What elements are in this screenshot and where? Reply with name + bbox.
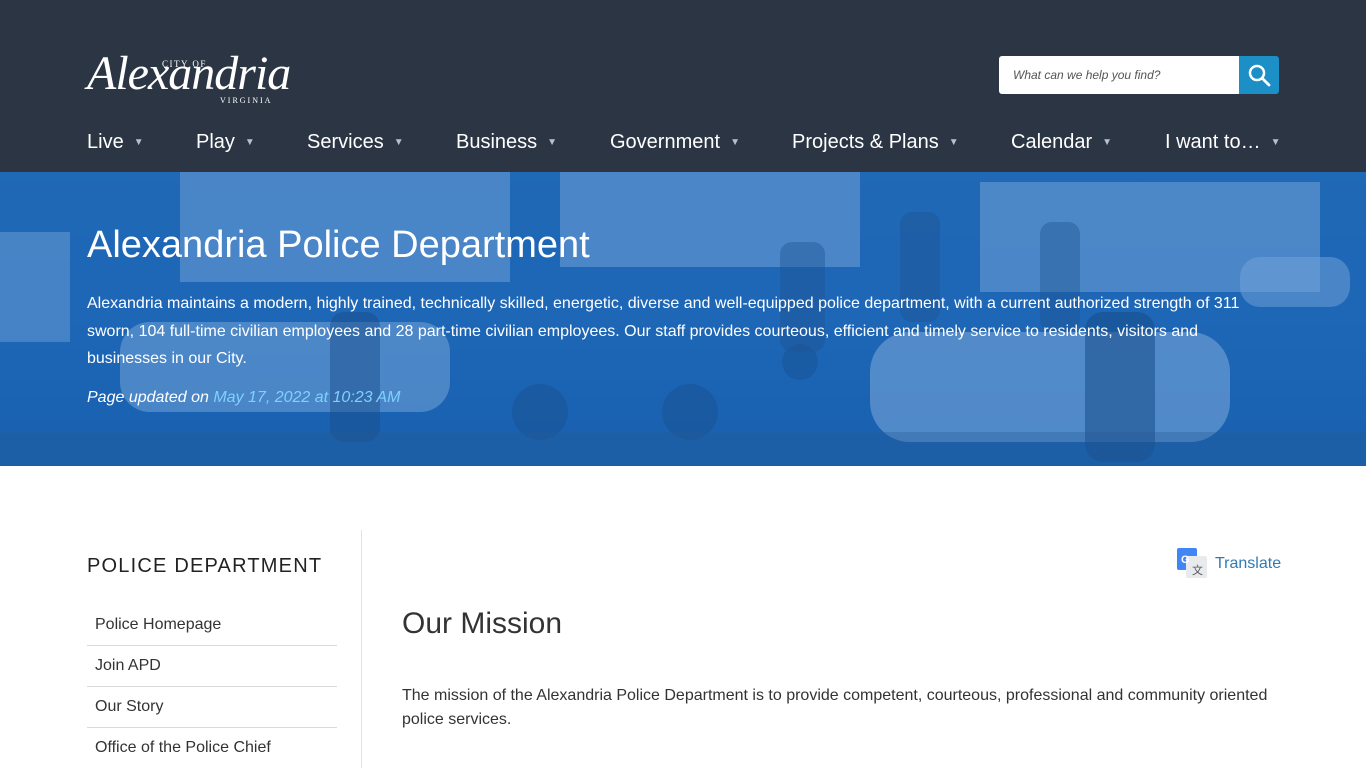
nav-item-projects-plans[interactable]: Projects & Plans ▼ <box>792 124 959 160</box>
page-title: Alexandria Police Department <box>87 224 590 266</box>
sidebar: POLICE DEPARTMENT Police Homepage Join A… <box>87 530 337 768</box>
hero-banner: Alexandria Police Department Alexandria … <box>0 172 1366 466</box>
sidebar-item-label: Join APD <box>95 657 161 674</box>
nav-item-business[interactable]: Business ▼ <box>456 124 557 160</box>
nav-item-services[interactable]: Services ▼ <box>307 124 404 160</box>
translate-button[interactable]: G 文 Translate <box>1177 548 1281 580</box>
caret-down-icon: ▼ <box>1102 136 1113 148</box>
sidebar-item-office-of-police-chief[interactable]: Office of the Police Chief <box>87 728 337 768</box>
nav-item-calendar[interactable]: Calendar ▼ <box>1011 124 1112 160</box>
caret-down-icon: ▼ <box>393 136 404 148</box>
sidebar-list: Police Homepage Join APD Our Story Offic… <box>87 605 337 768</box>
sidebar-title: POLICE DEPARTMENT <box>87 555 323 577</box>
nav-label: Government <box>610 130 721 153</box>
sidebar-item-label: Police Homepage <box>95 616 222 633</box>
updated-date-link[interactable]: May 17, 2022 at 10:23 AM <box>213 389 400 406</box>
nav-label: Calendar <box>1011 130 1093 153</box>
nav-item-i-want-to[interactable]: I want to… ▼ <box>1165 124 1281 160</box>
logo-state: VIRGINIA <box>220 96 273 105</box>
hero-description: Alexandria maintains a modern, highly tr… <box>87 295 1240 367</box>
caret-down-icon: ▼ <box>547 136 558 148</box>
nav-label: I want to… <box>1165 130 1261 153</box>
sidebar-item-join-apd[interactable]: Join APD <box>87 646 337 687</box>
sidebar-item-our-story[interactable]: Our Story <box>87 687 337 728</box>
main-nav: Live ▼ Play ▼ Services ▼ Business ▼ Gove… <box>87 124 1281 160</box>
caret-down-icon: ▼ <box>1270 136 1281 148</box>
sidebar-item-police-homepage[interactable]: Police Homepage <box>87 605 337 646</box>
sidebar-item-label: Our Story <box>95 698 164 715</box>
nav-label: Live <box>87 130 124 153</box>
search-input[interactable] <box>999 56 1239 94</box>
city-logo[interactable]: CITY OF Alexandria VIRGINIA <box>87 38 291 110</box>
caret-down-icon: ▼ <box>730 136 740 148</box>
search-icon <box>1248 64 1271 87</box>
caret-down-icon: ▼ <box>948 136 959 148</box>
search-button[interactable] <box>1239 56 1279 94</box>
nav-label: Services <box>307 130 384 153</box>
nav-item-play[interactable]: Play ▼ <box>196 124 255 160</box>
sidebar-divider <box>361 530 362 768</box>
caret-down-icon: ▼ <box>133 136 144 148</box>
nav-label: Projects & Plans <box>792 130 939 153</box>
caret-down-icon: ▼ <box>244 136 255 148</box>
nav-item-government[interactable]: Government ▼ <box>610 124 740 160</box>
site-header: CITY OF Alexandria VIRGINIA Live ▼ Play … <box>0 0 1366 172</box>
page-updated: Page updated on May 17, 2022 at 10:23 AM <box>87 389 400 407</box>
google-translate-icon: G 文 <box>1177 548 1207 578</box>
nav-label: Play <box>196 130 235 153</box>
svg-text:G: G <box>1181 554 1190 566</box>
logo-name: Alexandria <box>87 47 291 100</box>
translate-label: Translate <box>1215 555 1282 572</box>
search-form <box>999 56 1279 94</box>
mission-text: The mission of the Alexandria Police Dep… <box>402 687 1268 728</box>
updated-prefix: Page updated on <box>87 389 214 406</box>
svg-text:文: 文 <box>1192 563 1203 577</box>
nav-label: Business <box>456 130 538 153</box>
section-heading: Our Mission <box>402 607 563 640</box>
nav-item-live[interactable]: Live ▼ <box>87 124 144 160</box>
sidebar-item-label: Office of the Police Chief <box>95 739 271 756</box>
